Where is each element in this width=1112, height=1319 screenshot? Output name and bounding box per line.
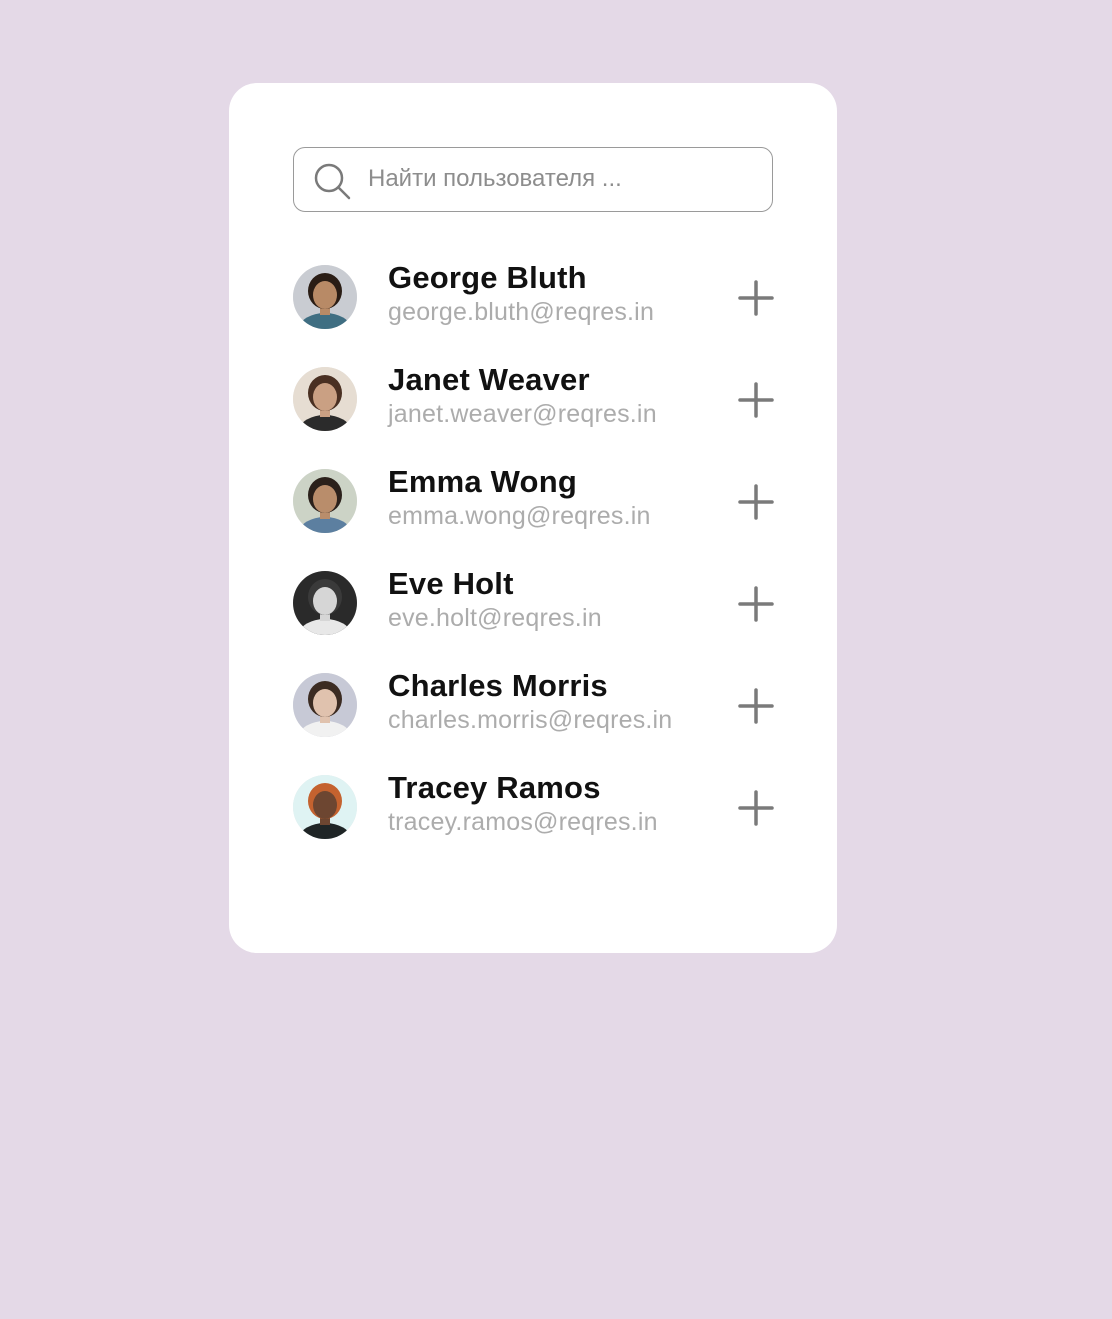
user-row-4: Charles Morris charles.morris@reqres.in [293, 661, 777, 763]
user-name: Charles Morris [388, 668, 608, 703]
avatar [293, 571, 357, 635]
avatar-image [293, 265, 357, 329]
add-user-button[interactable] [737, 585, 775, 623]
add-user-button[interactable] [737, 687, 775, 725]
plus-icon [738, 790, 774, 826]
user-list: George Bluth george.bluth@reqres.in Jane… [293, 253, 777, 865]
user-row-5: Tracey Ramos tracey.ramos@reqres.in [293, 763, 777, 865]
search-input[interactable] [368, 156, 758, 202]
user-email: janet.weaver@reqres.in [388, 400, 657, 428]
user-row-0: George Bluth george.bluth@reqres.in [293, 253, 777, 355]
search-box[interactable] [293, 147, 773, 212]
user-email: charles.morris@reqres.in [388, 706, 673, 734]
user-row-2: Emma Wong emma.wong@reqres.in [293, 457, 777, 559]
user-row-3: Eve Holt eve.holt@reqres.in [293, 559, 777, 661]
avatar-image [293, 775, 357, 839]
avatar-image [293, 571, 357, 635]
user-name: Janet Weaver [388, 362, 590, 397]
user-email: emma.wong@reqres.in [388, 502, 651, 530]
user-name: Tracey Ramos [388, 770, 601, 805]
plus-icon [738, 688, 774, 724]
add-user-button[interactable] [737, 279, 775, 317]
search-icon [314, 163, 351, 200]
users-card: George Bluth george.bluth@reqres.in Jane… [229, 83, 837, 953]
avatar-image [293, 367, 357, 431]
avatar [293, 673, 357, 737]
avatar [293, 367, 357, 431]
user-email: george.bluth@reqres.in [388, 298, 655, 326]
avatar [293, 469, 357, 533]
add-user-button[interactable] [737, 789, 775, 827]
avatar [293, 775, 357, 839]
plus-icon [738, 382, 774, 418]
avatar-image [293, 469, 357, 533]
plus-icon [738, 484, 774, 520]
user-name: Emma Wong [388, 464, 577, 499]
user-name: George Bluth [388, 260, 587, 295]
user-email: eve.holt@reqres.in [388, 604, 602, 632]
plus-icon [738, 280, 774, 316]
add-user-button[interactable] [737, 483, 775, 521]
avatar-image [293, 673, 357, 737]
user-email: tracey.ramos@reqres.in [388, 808, 658, 836]
plus-icon [738, 586, 774, 622]
add-user-button[interactable] [737, 381, 775, 419]
user-name: Eve Holt [388, 566, 514, 601]
user-row-1: Janet Weaver janet.weaver@reqres.in [293, 355, 777, 457]
avatar [293, 265, 357, 329]
